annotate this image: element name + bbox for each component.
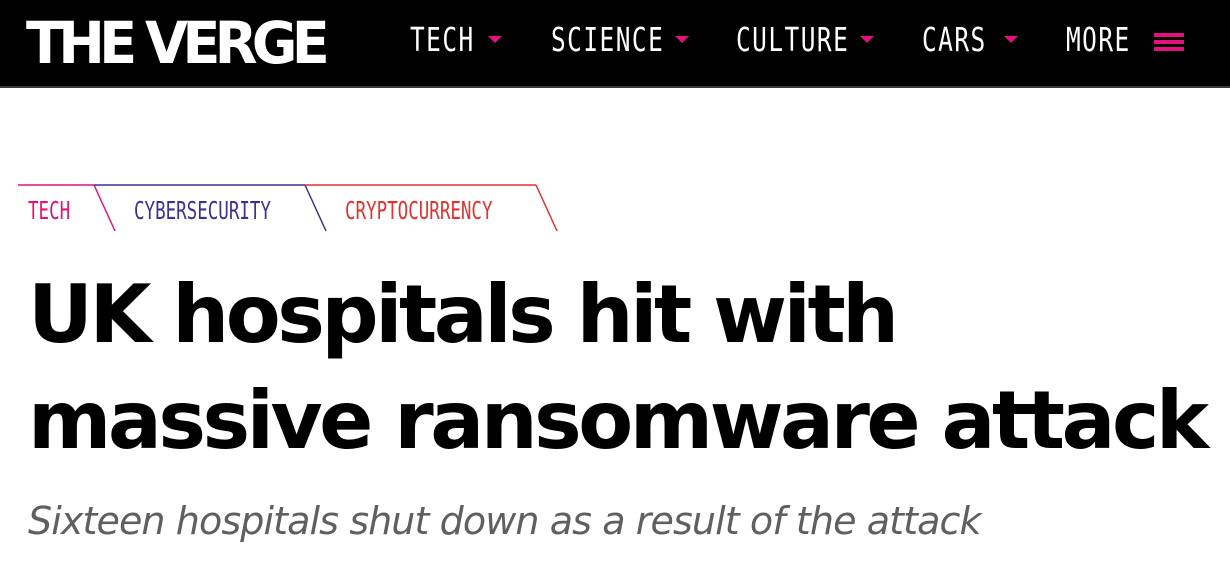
main-nav: TECH SCIENCE CULTURE CARS MORE bbox=[0, 0, 1230, 88]
tag-dividers bbox=[18, 184, 558, 232]
nav-item-science[interactable]: SCIENCE bbox=[551, 20, 691, 60]
tag-tech[interactable]: TECH bbox=[28, 195, 70, 227]
nav-label: TECH bbox=[410, 20, 475, 59]
nav-label: CARS bbox=[922, 20, 987, 59]
caret-down-icon bbox=[675, 36, 689, 43]
caret-down-icon bbox=[860, 36, 874, 43]
hamburger-icon bbox=[1154, 33, 1184, 51]
nav-label: CULTURE bbox=[736, 20, 850, 59]
nav-item-tech[interactable]: TECH bbox=[410, 20, 510, 60]
nav-label: SCIENCE bbox=[551, 20, 665, 59]
article-headline: UK hospitals hit with massive ransomware… bbox=[28, 268, 1209, 467]
tag-cybersecurity[interactable]: CYBERSECURITY bbox=[134, 195, 271, 227]
caret-down-icon bbox=[1004, 36, 1018, 43]
nav-item-culture[interactable]: CULTURE bbox=[736, 20, 878, 60]
tag-list: TECH CYBERSECURITY CRYPTOCURRENCY bbox=[18, 183, 578, 235]
nav-item-more[interactable]: MORE bbox=[1066, 20, 1190, 60]
nav-item-cars[interactable]: CARS bbox=[922, 20, 1022, 60]
nav-label: MORE bbox=[1066, 20, 1131, 59]
caret-down-icon bbox=[488, 36, 502, 43]
site-header: THE VERGE TECH SCIENCE CULTURE CARS MORE bbox=[0, 0, 1230, 88]
article-dek: Sixteen hospitals shut down as a result … bbox=[28, 499, 982, 543]
tag-cryptocurrency[interactable]: CRYPTOCURRENCY bbox=[345, 195, 493, 227]
